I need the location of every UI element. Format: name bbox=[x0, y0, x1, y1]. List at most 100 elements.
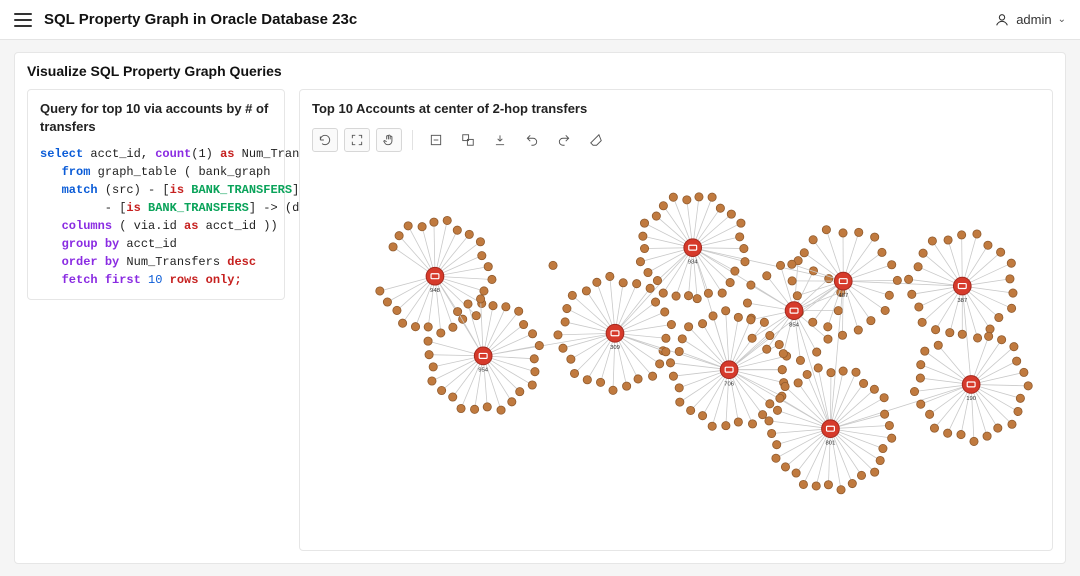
graph-leaf-node[interactable] bbox=[684, 322, 692, 330]
graph-leaf-node[interactable] bbox=[633, 279, 641, 287]
ungroup-button[interactable] bbox=[455, 128, 481, 152]
graph-leaf-node[interactable] bbox=[687, 406, 695, 414]
graph-leaf-node[interactable] bbox=[800, 248, 808, 256]
graph-leaf-node[interactable] bbox=[758, 410, 766, 418]
graph-leaf-node[interactable] bbox=[727, 210, 735, 218]
graph-leaf-node[interactable] bbox=[453, 226, 461, 234]
user-menu[interactable]: admin ⌄ bbox=[994, 12, 1066, 28]
graph-leaf-node[interactable] bbox=[636, 257, 644, 265]
graph-leaf-node[interactable] bbox=[740, 244, 748, 252]
graph-leaf-node[interactable] bbox=[765, 416, 773, 424]
graph-leaf-node[interactable] bbox=[675, 347, 683, 355]
graph-leaf-node[interactable] bbox=[914, 262, 922, 270]
graph-leaf-node[interactable] bbox=[792, 468, 800, 476]
graph-leaf-node[interactable] bbox=[429, 362, 437, 370]
graph-leaf-node[interactable] bbox=[1010, 342, 1018, 350]
graph-leaf-node[interactable] bbox=[583, 375, 591, 383]
graph-leaf-node[interactable] bbox=[893, 276, 901, 284]
graph-leaf-node[interactable] bbox=[1006, 274, 1014, 282]
graph-leaf-node[interactable] bbox=[946, 328, 954, 336]
graph-leaf-node[interactable] bbox=[814, 363, 822, 371]
graph-leaf-node[interactable] bbox=[928, 236, 936, 244]
graph-leaf-node[interactable] bbox=[973, 333, 981, 341]
graph-leaf-node[interactable] bbox=[698, 319, 706, 327]
graph-leaf-node[interactable] bbox=[425, 350, 433, 358]
graph-leaf-node[interactable] bbox=[885, 291, 893, 299]
graph-leaf-node[interactable] bbox=[666, 358, 674, 366]
graph-leaf-node[interactable] bbox=[813, 347, 821, 355]
graph-leaf-node[interactable] bbox=[464, 299, 472, 307]
graph-leaf-node[interactable] bbox=[871, 233, 879, 241]
graph-leaf-node[interactable] bbox=[917, 400, 925, 408]
graph-leaf-node[interactable] bbox=[748, 334, 756, 342]
graph-leaf-node[interactable] bbox=[779, 349, 787, 357]
graph-leaf-node[interactable] bbox=[567, 355, 575, 363]
graph-leaf-node[interactable] bbox=[698, 411, 706, 419]
graph-leaf-node[interactable] bbox=[430, 218, 438, 226]
graph-leaf-node[interactable] bbox=[934, 341, 942, 349]
graph-leaf-node[interactable] bbox=[917, 360, 925, 368]
graph-leaf-node[interactable] bbox=[1020, 368, 1028, 376]
graph-leaf-node[interactable] bbox=[675, 383, 683, 391]
graph-leaf-node[interactable] bbox=[659, 201, 667, 209]
graph-leaf-node[interactable] bbox=[918, 318, 926, 326]
graph-leaf-node[interactable] bbox=[515, 307, 523, 315]
graph-leaf-node[interactable] bbox=[395, 231, 403, 239]
graph-leaf-node[interactable] bbox=[478, 251, 486, 259]
reset-button[interactable] bbox=[312, 128, 338, 152]
graph-leaf-node[interactable] bbox=[994, 423, 1002, 431]
graph-leaf-node[interactable] bbox=[824, 322, 832, 330]
graph-leaf-node[interactable] bbox=[1007, 259, 1015, 267]
graph-leaf-node[interactable] bbox=[773, 440, 781, 448]
graph-leaf-node[interactable] bbox=[970, 437, 978, 445]
graph-leaf-node[interactable] bbox=[449, 323, 457, 331]
graph-leaf-node[interactable] bbox=[652, 211, 660, 219]
graph-leaf-node[interactable] bbox=[398, 319, 406, 327]
graph-hub-node[interactable]: 387 bbox=[953, 277, 971, 304]
graph-leaf-node[interactable] bbox=[778, 365, 786, 373]
graph-leaf-node[interactable] bbox=[1014, 407, 1022, 415]
graph-leaf-node[interactable] bbox=[775, 340, 783, 348]
graph-leaf-node[interactable] bbox=[449, 392, 457, 400]
graph-leaf-node[interactable] bbox=[651, 297, 659, 305]
graph-leaf-node[interactable] bbox=[793, 291, 801, 299]
graph-leaf-node[interactable] bbox=[639, 232, 647, 240]
graph-leaf-node[interactable] bbox=[411, 322, 419, 330]
graph-leaf-node[interactable] bbox=[957, 430, 965, 438]
graph-leaf-node[interactable] bbox=[854, 325, 862, 333]
graph-leaf-node[interactable] bbox=[737, 219, 745, 227]
graph-leaf-node[interactable] bbox=[648, 372, 656, 380]
graph-leaf-node[interactable] bbox=[984, 241, 992, 249]
graph-leaf-node[interactable] bbox=[480, 286, 488, 294]
graph-leaf-node[interactable] bbox=[476, 294, 484, 302]
graph-leaf-node[interactable] bbox=[718, 288, 726, 296]
graph-svg[interactable]: 948954309934706854467801387190 bbox=[312, 160, 1040, 540]
graph-leaf-node[interactable] bbox=[747, 280, 755, 288]
graph-leaf-node[interactable] bbox=[667, 320, 675, 328]
graph-leaf-node[interactable] bbox=[582, 286, 590, 294]
graph-leaf-node[interactable] bbox=[508, 397, 516, 405]
graph-leaf-node[interactable] bbox=[973, 229, 981, 237]
graph-leaf-node[interactable] bbox=[530, 354, 538, 362]
graph-leaf-node[interactable] bbox=[930, 424, 938, 432]
graph-leaf-node[interactable] bbox=[781, 382, 789, 390]
graph-leaf-node[interactable] bbox=[747, 315, 755, 323]
graph-leaf-node[interactable] bbox=[824, 335, 832, 343]
graph-leaf-node[interactable] bbox=[559, 344, 567, 352]
graph-leaf-node[interactable] bbox=[404, 221, 412, 229]
graph-leaf-node[interactable] bbox=[428, 376, 436, 384]
graph-hub-node[interactable]: 948 bbox=[426, 267, 444, 294]
graph-leaf-node[interactable] bbox=[528, 380, 536, 388]
graph-leaf-node[interactable] bbox=[880, 410, 888, 418]
graph-leaf-node[interactable] bbox=[1016, 394, 1024, 402]
graph-leaf-node[interactable] bbox=[609, 386, 617, 394]
graph-leaf-node[interactable] bbox=[568, 291, 576, 299]
graph-leaf-node[interactable] bbox=[838, 331, 846, 339]
graph-leaf-node[interactable] bbox=[772, 454, 780, 462]
graph-hub-node[interactable]: 934 bbox=[684, 238, 702, 265]
graph-leaf-node[interactable] bbox=[763, 271, 771, 279]
graph-leaf-node[interactable] bbox=[915, 302, 923, 310]
graph-leaf-node[interactable] bbox=[483, 402, 491, 410]
graph-leaf-node[interactable] bbox=[766, 399, 774, 407]
graph-leaf-node[interactable] bbox=[773, 406, 781, 414]
